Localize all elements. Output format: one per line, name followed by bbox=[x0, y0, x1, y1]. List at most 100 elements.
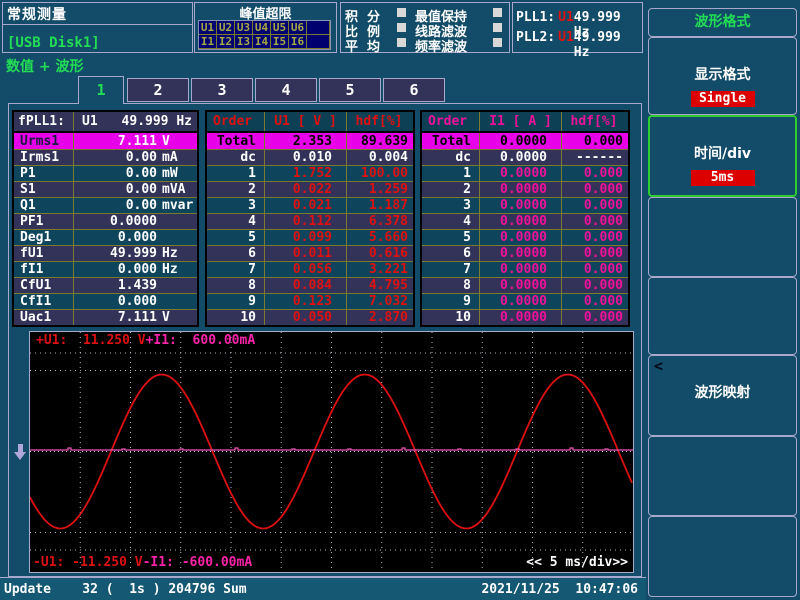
harmonic-value: 0.112 bbox=[265, 214, 347, 229]
harmonic-row: 40.00000.000 bbox=[422, 213, 628, 229]
harmonic-hdf: 4.795 bbox=[347, 278, 413, 293]
harmonic-value: 1.752 bbox=[265, 166, 347, 181]
harmonic-value: 0.0000 bbox=[480, 182, 562, 197]
toggle-checkbox[interactable] bbox=[493, 38, 502, 47]
harmonic-order: 1 bbox=[422, 166, 480, 181]
u1-scale-max: +U1: 11.250 V bbox=[36, 333, 146, 348]
i1-scale-min: -I1: -600.00mA bbox=[143, 555, 253, 570]
header-main-box: 常规测量 [USB Disk1] bbox=[2, 2, 193, 53]
harmonic-hdf: 7.032 bbox=[347, 294, 413, 309]
peak-limit-cell: I2 bbox=[217, 35, 235, 49]
hdf-col-header: hdf[%] bbox=[347, 114, 413, 129]
measurement-value: 0.000 bbox=[74, 294, 157, 309]
softkey-5[interactable]: <波形映射 bbox=[648, 355, 797, 436]
display-mode-label: 数值 + 波形 bbox=[6, 56, 83, 76]
harmonic-value: 0.123 bbox=[265, 294, 347, 309]
measurement-row: S10.00mVA bbox=[14, 181, 197, 197]
harmonic-value: 0.0000 bbox=[480, 262, 562, 277]
harmonic-table-current: Order I1 [ A ] hdf[%] Total0.00000.000dc… bbox=[420, 110, 630, 327]
pll-source: U1 bbox=[558, 10, 574, 28]
softkey-sidebar: 波形格式 显示格式Single时间/div5ms<波形映射 bbox=[646, 0, 800, 600]
tab-1[interactable]: 1 bbox=[78, 76, 124, 104]
harmonic-hdf: 2.870 bbox=[347, 310, 413, 325]
timebase-label: << 5 ms/div>> bbox=[526, 555, 628, 570]
peak-limit-cell: U5 bbox=[271, 21, 289, 35]
measurement-label: Q1 bbox=[14, 198, 74, 213]
harmonic-order: 8 bbox=[207, 278, 265, 293]
page-title: 常规测量 bbox=[7, 4, 67, 24]
harmonic-row: 30.00000.000 bbox=[422, 197, 628, 213]
harmonic-hdf: 6.378 bbox=[347, 214, 413, 229]
pll-readout: PLL2:U149.999 Hz bbox=[516, 30, 639, 48]
harmonic-order: 4 bbox=[207, 214, 265, 229]
measurement-label: Irms1 bbox=[14, 150, 74, 165]
harmonic-hdf: 3.221 bbox=[347, 262, 413, 277]
harmonic-hdf: 0.616 bbox=[347, 246, 413, 261]
order-col-header: Order bbox=[422, 112, 480, 131]
harmonic-hdf: 0.000 bbox=[562, 246, 628, 261]
tab-3[interactable]: 3 bbox=[191, 78, 253, 102]
pll-readout: PLL1:U149.999 Hz bbox=[516, 10, 639, 28]
measurement-row: Q10.00mvar bbox=[14, 197, 197, 213]
u1-col-header: U1 [ V ] bbox=[265, 112, 347, 131]
measurement-label: Urms1 bbox=[14, 133, 74, 149]
pll-box: PLL1:U149.999 Hz PLL2:U149.999 Hz bbox=[512, 2, 643, 53]
harmonic-row: 30.0211.187 bbox=[207, 197, 413, 213]
harmonic-order: 5 bbox=[422, 230, 480, 245]
measurement-value: 0.00 bbox=[74, 166, 157, 181]
trace-position-marker-icon bbox=[13, 444, 28, 461]
measurement-label: S1 bbox=[14, 182, 74, 197]
peak-limit-grid: U1U2U3U4U5U6 I1I2I3I4I5I6 bbox=[198, 20, 331, 50]
peak-limit-row-voltage: U1U2U3U4U5U6 bbox=[199, 21, 330, 35]
softkey-value-badge: Single bbox=[691, 91, 755, 107]
softkey-empty bbox=[648, 436, 797, 516]
measurement-label: CfU1 bbox=[14, 278, 74, 293]
softkey-label: 时间/div bbox=[650, 143, 795, 163]
measurement-value: 49.999 bbox=[74, 246, 157, 261]
tab-4[interactable]: 4 bbox=[255, 78, 317, 102]
peak-limit-cell: U1 bbox=[199, 21, 217, 35]
fpll-value: 49.999 Hz bbox=[122, 114, 197, 129]
measurement-value: 7.111 bbox=[74, 134, 157, 149]
i1-trace bbox=[30, 448, 633, 450]
softkey-empty bbox=[648, 197, 797, 277]
softkey-1[interactable]: 显示格式 Single bbox=[648, 37, 797, 115]
datetime: 2021/11/25 10:47:06 bbox=[481, 582, 638, 597]
peak-limit-cell: I4 bbox=[253, 35, 271, 49]
i1-col-header: I1 [ A ] bbox=[480, 112, 562, 131]
softkey-label: 显示格式 bbox=[649, 64, 796, 84]
harmonic-value: 0.0000 bbox=[480, 246, 562, 261]
measurement-unit: mvar bbox=[157, 198, 197, 213]
softkey-2[interactable]: 时间/div5ms bbox=[648, 115, 797, 197]
harmonic-row: Total0.00000.000 bbox=[422, 133, 628, 149]
harmonic-order: 9 bbox=[207, 294, 265, 309]
measurement-value: 0.0000 bbox=[74, 214, 157, 229]
harmonic-row: 40.1126.378 bbox=[207, 213, 413, 229]
tab-6[interactable]: 6 bbox=[383, 78, 445, 102]
harmonic-row: 70.0563.221 bbox=[207, 261, 413, 277]
measurement-unit: Hz bbox=[157, 262, 197, 277]
harmonic-order: 3 bbox=[207, 198, 265, 213]
harmonic-value: 0.0000 bbox=[480, 166, 562, 181]
harmonic-value: 0.0000 bbox=[480, 230, 562, 245]
measurement-value: 0.00 bbox=[74, 182, 157, 197]
toggle-checkbox[interactable] bbox=[493, 23, 502, 32]
harmonic-hdf: 0.000 bbox=[562, 262, 628, 277]
measurement-unit: Hz bbox=[157, 246, 197, 261]
harmonic-row: 80.00000.000 bbox=[422, 277, 628, 293]
harmonic-order: 4 bbox=[422, 214, 480, 229]
harmonic-table-voltage: Order U1 [ V ] hdf[%] Total2.35389.639dc… bbox=[205, 110, 415, 327]
measurement-row: PF10.0000 bbox=[14, 213, 197, 229]
measurement-value: 0.00 bbox=[74, 150, 157, 165]
tab-5[interactable]: 5 bbox=[319, 78, 381, 102]
harmonic-value: 0.056 bbox=[265, 262, 347, 277]
harmonic-hdf: 0.000 bbox=[562, 230, 628, 245]
measurement-value: 0.000 bbox=[74, 262, 157, 277]
harmonic-row: 10.00000.000 bbox=[422, 165, 628, 181]
toggle-checkbox[interactable] bbox=[493, 8, 502, 17]
tab-2[interactable]: 2 bbox=[127, 78, 189, 102]
fpll-source: U1 bbox=[74, 114, 98, 129]
peak-limit-cell: I1 bbox=[199, 35, 217, 49]
harmonic-order: 6 bbox=[207, 246, 265, 261]
harmonic-row: dc0.0100.004 bbox=[207, 149, 413, 165]
